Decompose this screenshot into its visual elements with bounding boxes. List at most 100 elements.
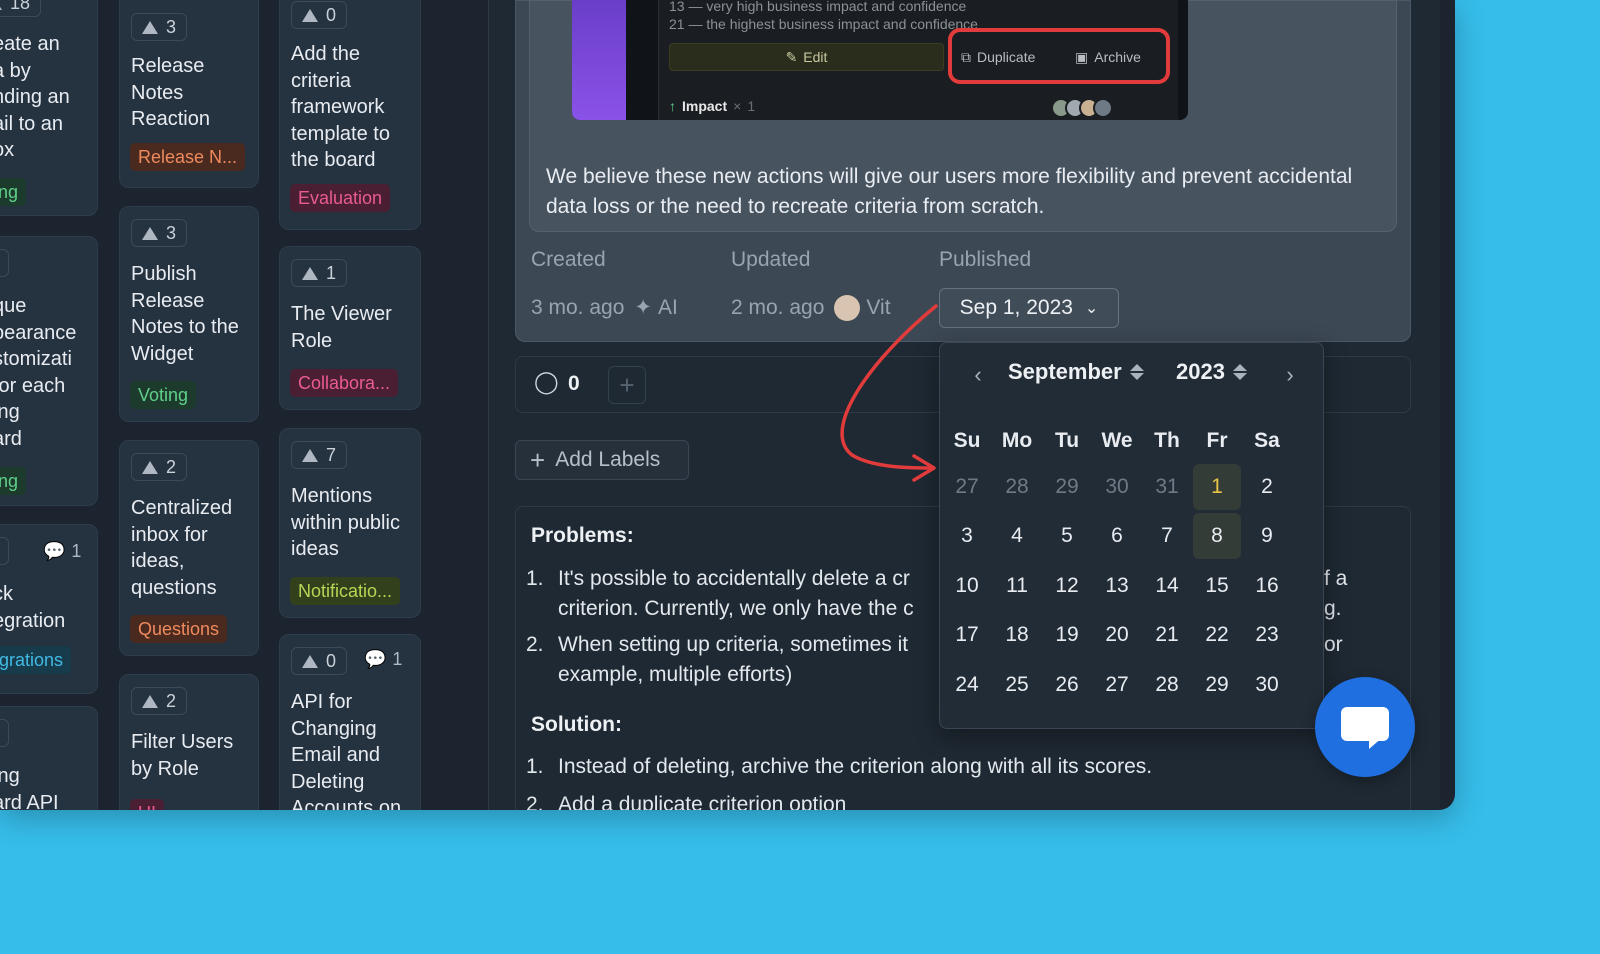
upvote-icon [302,8,318,22]
calendar-day[interactable]: 29 [1043,464,1091,510]
upvote-button[interactable]: 0 [291,647,348,675]
calendar-day[interactable]: 20 [1093,612,1141,658]
idea-card[interactable]: 18 eate an a by nding an ail to an ox ti… [0,0,98,216]
status-tag: ting [0,467,27,495]
calendar-day[interactable]: 6 [1093,513,1141,559]
add-idea-button[interactable]: + [608,366,646,404]
card-title: ck egration [0,583,66,632]
upvote-button[interactable]: 7 [291,441,348,469]
idea-card[interactable]: 3 Release Notes Reaction Release N... [119,0,259,188]
upvote-icon [142,694,158,708]
upvote-icon [0,0,2,10]
comment-icon: 💬 [364,649,387,669]
arrow-curve [840,304,938,470]
weekday-label: Th [1154,429,1180,452]
upvote-button[interactable]: 2 [131,453,188,481]
calendar-day[interactable]: 13 [1093,563,1141,609]
card-title: The Viewer Role [291,303,392,352]
add-labels-button[interactable]: + Add Labels [515,440,689,480]
calendar-day[interactable]: 14 [1143,563,1191,609]
upvote-icon [142,226,158,240]
calendar-day[interactable]: 16 [1243,563,1291,609]
sparkle-icon: ✦ [634,296,653,319]
calendar-day[interactable]: 7 [1143,513,1191,559]
vote-count: 7 [326,444,337,465]
calendar-day[interactable]: 25 [993,662,1041,708]
idea-card[interactable]: 2 Centralized inbox for ideas, questions… [119,440,259,656]
idea-card[interactable]: 5 💬 1 ck egration egrations [0,524,98,694]
upvote-button[interactable]: 1 [291,259,348,287]
upvote-button[interactable]: 5 [0,537,10,565]
card-title: ing ard API [0,765,59,810]
idea-card[interactable]: 1 The Viewer Role Collabora... [279,246,421,410]
calendar-day[interactable]: 1 [1193,464,1241,510]
calendar-day[interactable]: 31 [1143,464,1191,510]
solution-heading: Solution: [531,713,622,736]
screenshot-text-line: 13 — very high business impact and confi… [669,0,967,14]
next-month-button[interactable]: › [1278,363,1302,387]
upvote-icon [302,448,318,462]
calendar-day[interactable]: 23 [1243,612,1291,658]
calendar-day[interactable]: 28 [1143,662,1191,708]
status-tag: ting [0,178,27,206]
ideas-count: 0 [568,372,580,395]
calendar-day[interactable]: 29 [1193,662,1241,708]
idea-card[interactable]: 0 💬 1 API for Changing Email and Deletin… [279,634,421,810]
calendar-day[interactable]: 27 [1093,662,1141,708]
weekday-label: We [1101,429,1133,452]
upvote-button[interactable]: 2 [131,687,188,715]
calendar-day[interactable]: 4 [993,513,1041,559]
calendar-day[interactable]: 2 [1243,464,1291,510]
calendar-day[interactable]: 3 [943,513,991,559]
comments-count[interactable]: 💬 1 [43,541,81,562]
calendar-day[interactable]: 17 [943,612,991,658]
card-title: que pearance stomizati for each ing ard [0,295,77,450]
updated-label: Updated [731,248,811,271]
calendar-day[interactable]: 30 [1093,464,1141,510]
calendar-day[interactable]: 8 [1193,513,1241,559]
idea-card[interactable]: 5 ing ard API [0,706,98,810]
card-title: eate an a by nding an ail to an ox [0,33,70,161]
calendar-day[interactable]: 10 [943,563,991,609]
calendar-day[interactable]: 9 [1243,513,1291,559]
published-label: Published [939,248,1032,271]
pencil-icon: ✎ [785,48,798,65]
idea-card[interactable]: 2 Filter Users by Role UI [119,674,259,810]
upvote-icon [142,20,158,34]
screenshot-impact: ↑ Impact × 1 [669,98,756,114]
screenshot-content: 13 — very high business impact and confi… [658,0,1178,120]
upvote-button[interactable]: 3 [131,13,188,41]
chat-icon [1341,707,1389,741]
calendar-day[interactable]: 18 [993,612,1041,658]
problems-heading: Problems: [531,524,634,547]
calendar-day[interactable]: 19 [1043,612,1091,658]
calendar-day[interactable]: 22 [1193,612,1241,658]
calendar-day[interactable]: 30 [1243,662,1291,708]
chevron-down-icon: ⌄ [1084,300,1099,317]
calendar-day[interactable]: 26 [1043,662,1091,708]
idea-card[interactable]: 0 Add the criteria framework template to… [279,0,421,230]
screenshot-text-line: 21 — the highest business impact and con… [669,16,978,32]
calendar-day[interactable]: 24 [943,662,991,708]
calendar-day[interactable]: 12 [1043,563,1091,609]
app-window: 18 eate an a by nding an ail to an ox ti… [0,0,1455,810]
upvote-button[interactable]: 3 [131,219,188,247]
chat-button[interactable] [1315,677,1415,777]
status-tag: UI [130,799,164,810]
highlight-annotation [948,28,1170,84]
year-select[interactable]: 2023 [1176,359,1247,385]
calendar-day[interactable]: 15 [1193,563,1241,609]
upvote-button[interactable]: 18 [0,0,42,17]
idea-card[interactable]: 3 Publish Release Notes to the Widget Vo… [119,206,259,422]
calendar-day[interactable]: 11 [993,563,1041,609]
idea-card[interactable]: 6 que pearance stomizati for each ing ar… [0,236,98,506]
comments-count[interactable]: 💬 1 [364,649,402,670]
upvote-button[interactable]: 6 [0,249,10,277]
upvote-button[interactable]: 0 [291,1,348,29]
calendar-day[interactable]: 5 [1043,513,1091,559]
upvote-button[interactable]: 5 [0,719,10,747]
weekday-label: Tu [1054,429,1080,452]
idea-card[interactable]: 7 Mentions within public ideas Notificat… [279,428,421,618]
calendar-day[interactable]: 21 [1143,612,1191,658]
vote-count: 1 [326,262,337,283]
